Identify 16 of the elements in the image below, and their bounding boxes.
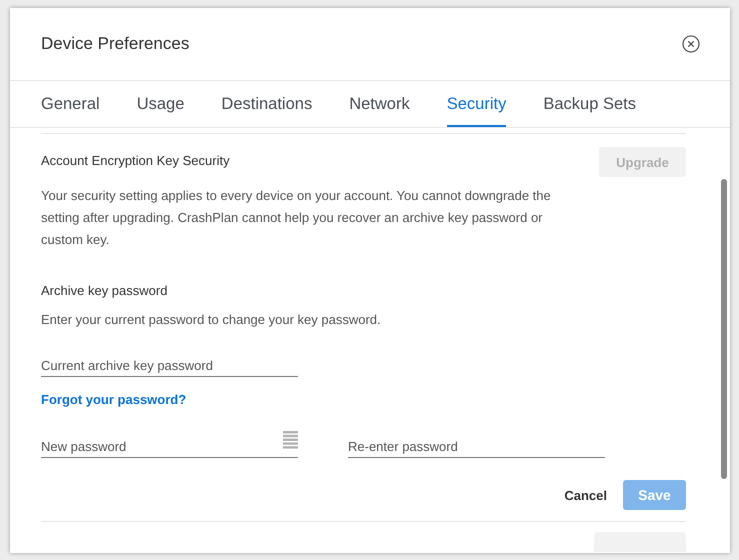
tab[interactable]: Network xyxy=(349,81,410,127)
password-field[interactable]: Current archive key password xyxy=(41,358,298,377)
dialog-title: Device Preferences xyxy=(41,34,190,54)
tab[interactable]: General xyxy=(41,81,100,127)
forgot-password-link[interactable]: Forgot your password? xyxy=(41,392,186,407)
description-text: Your security setting applies to every device on your account. You cannot downgrade the setting after upgrading. CrashPlan cannot help you recover an archive key password or custom key. xyxy=(41,187,552,249)
tab[interactable]: Destinations xyxy=(221,81,312,127)
cancel-button[interactable]: Cancel xyxy=(564,488,607,502)
tab[interactable]: Security xyxy=(446,81,506,127)
tab[interactable]: Usage xyxy=(136,81,184,127)
description-text: Enter your current password to change your key password. xyxy=(41,311,382,329)
section-heading: Account Encryption Key Security xyxy=(41,152,230,168)
password-field[interactable]: Re-enter password xyxy=(348,439,605,458)
tab[interactable]: Backup Sets xyxy=(543,81,636,127)
section-heading: Archive key password xyxy=(41,282,168,298)
password-field[interactable]: New password xyxy=(41,439,298,458)
